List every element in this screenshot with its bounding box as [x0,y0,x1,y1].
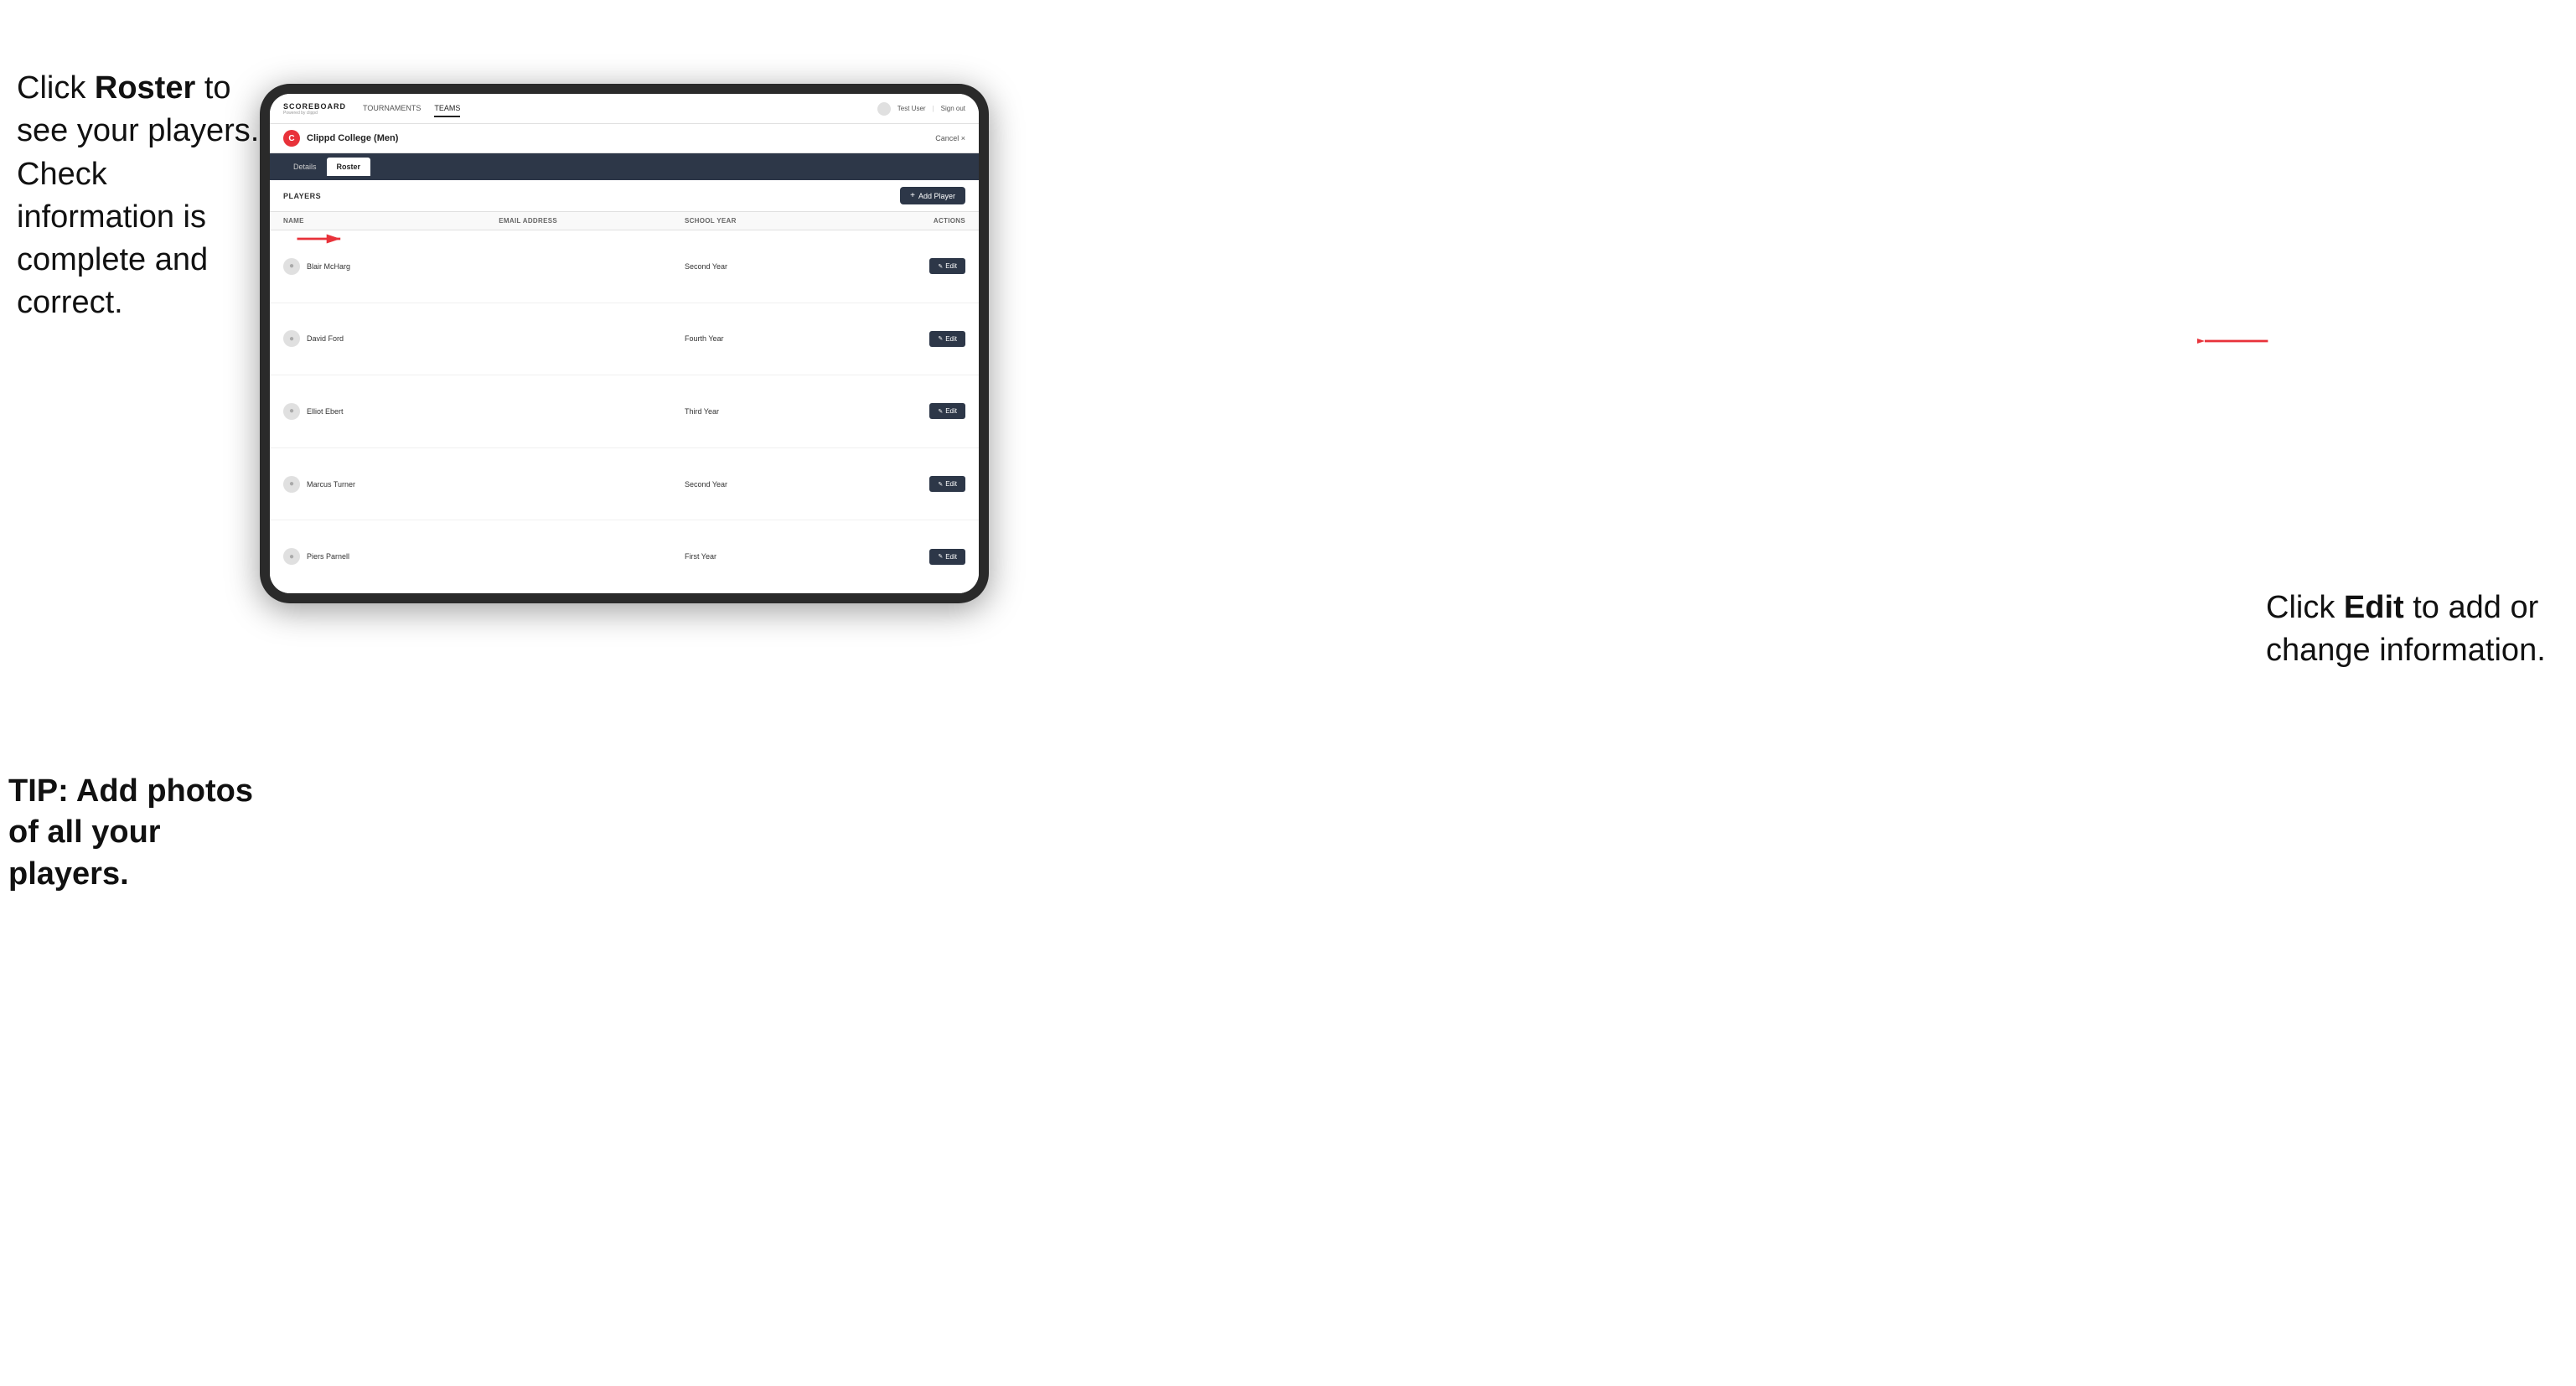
edit-button[interactable]: ✎ Edit [929,549,965,565]
player-name: Marcus Turner [307,480,355,489]
table-row: ● David Ford Fourth Year ✎ Edit [270,303,979,375]
nav-teams[interactable]: TEAMS [434,101,460,117]
sign-out-link[interactable]: Sign out [941,105,965,112]
player-avatar: ● [283,476,300,493]
brand-sub: Powered by clippd [283,111,346,116]
nav-tournaments[interactable]: TOURNAMENTS [363,101,421,117]
tip-text: TIP: Add photos of all your players. [8,771,268,895]
player-name-cell: ● Elliot Ebert [270,375,485,448]
player-school-year: First Year [671,520,842,593]
user-avatar-icon [877,102,891,116]
team-icon: C [283,130,300,147]
player-name-cell: ● Piers Parnell [270,520,485,593]
player-school-year: Second Year [671,230,842,303]
edit-label: Edit [945,553,957,561]
edit-label: Edit [945,407,957,415]
player-avatar: ● [283,403,300,420]
edit-arrow [2197,331,2273,351]
add-player-button[interactable]: + Add Player [900,187,965,204]
col-school-year: SCHOOL YEAR [671,212,842,230]
player-school-year: Fourth Year [671,303,842,375]
add-player-label: Add Player [918,192,955,200]
team-header: C Clippd College (Men) Cancel × [270,124,979,153]
pencil-icon: ✎ [938,408,943,415]
avatar-icon: ● [289,261,294,271]
pencil-icon: ✎ [938,481,943,488]
plus-icon: + [910,191,915,200]
right-instructions: Click Edit to add or change information. [2266,587,2559,673]
pencil-icon: ✎ [938,263,943,270]
edit-button[interactable]: ✎ Edit [929,331,965,347]
roster-arrow [292,230,349,248]
player-name-cell: ● Marcus Turner [270,447,485,520]
edit-label: Edit [945,262,957,270]
player-email [485,230,671,303]
team-name: Clippd College (Men) [307,133,935,143]
player-actions: ✎ Edit [842,230,979,303]
avatar-icon: ● [289,334,294,344]
app-header: SCOREBOARD Powered by clippd TOURNAMENTS… [270,94,979,124]
table-row: ● Marcus Turner Second Year ✎ Edit [270,447,979,520]
left-instructions: Click Roster to see your players. Check … [17,67,260,325]
tablet-frame: SCOREBOARD Powered by clippd TOURNAMENTS… [260,84,989,603]
col-email: EMAIL ADDRESS [485,212,671,230]
user-label: Test User [897,105,926,112]
edit-button[interactable]: ✎ Edit [929,258,965,274]
player-avatar: ● [283,548,300,565]
player-school-year: Third Year [671,375,842,448]
brand-logo: SCOREBOARD Powered by clippd [283,102,346,116]
tab-roster[interactable]: Roster [327,158,371,176]
edit-label: Edit [945,335,957,343]
player-school-year: Second Year [671,447,842,520]
avatar-icon: ● [289,406,294,416]
player-actions: ✎ Edit [842,375,979,448]
player-name-cell: ● David Ford [270,303,485,375]
player-email [485,303,671,375]
player-name: Piers Parnell [307,552,349,561]
player-actions: ✎ Edit [842,520,979,593]
col-name: NAME [270,212,485,230]
header-right: Test User | Sign out [877,102,965,116]
player-name: Elliot Ebert [307,407,344,416]
nav-items: TOURNAMENTS TEAMS [363,101,877,117]
players-table: NAME EMAIL ADDRESS SCHOOL YEAR ACTIONS ●… [270,212,979,593]
player-avatar: ● [283,330,300,347]
table-row: ● Piers Parnell First Year ✎ Edit [270,520,979,593]
tablet-screen: SCOREBOARD Powered by clippd TOURNAMENTS… [270,94,979,593]
player-actions: ✎ Edit [842,303,979,375]
separator: | [933,105,934,112]
edit-label: Edit [945,480,957,488]
pencil-icon: ✎ [938,553,943,560]
table-row: ● Blair McHarg Second Year ✎ Edit [270,230,979,303]
brand-name: SCOREBOARD [283,102,346,111]
player-email [485,520,671,593]
team-icon-letter: C [288,134,294,143]
table-header-row: NAME EMAIL ADDRESS SCHOOL YEAR ACTIONS [270,212,979,230]
avatar-icon: ● [289,479,294,489]
cancel-button[interactable]: Cancel × [935,134,965,142]
tabs-row: Details Roster [270,153,979,180]
player-email [485,447,671,520]
players-title: PLAYERS [283,192,900,200]
table-row: ● Elliot Ebert Third Year ✎ Edit [270,375,979,448]
avatar-icon: ● [289,552,294,561]
col-actions: ACTIONS [842,212,979,230]
player-name: Blair McHarg [307,262,350,271]
pencil-icon: ✎ [938,335,943,342]
edit-button[interactable]: ✎ Edit [929,403,965,419]
edit-button[interactable]: ✎ Edit [929,476,965,492]
player-email [485,375,671,448]
players-section: PLAYERS + Add Player NAME EMAIL ADDRESS … [270,180,979,593]
player-actions: ✎ Edit [842,447,979,520]
tab-details[interactable]: Details [283,158,327,176]
player-avatar: ● [283,258,300,275]
player-name: David Ford [307,334,344,343]
players-header: PLAYERS + Add Player [270,180,979,212]
